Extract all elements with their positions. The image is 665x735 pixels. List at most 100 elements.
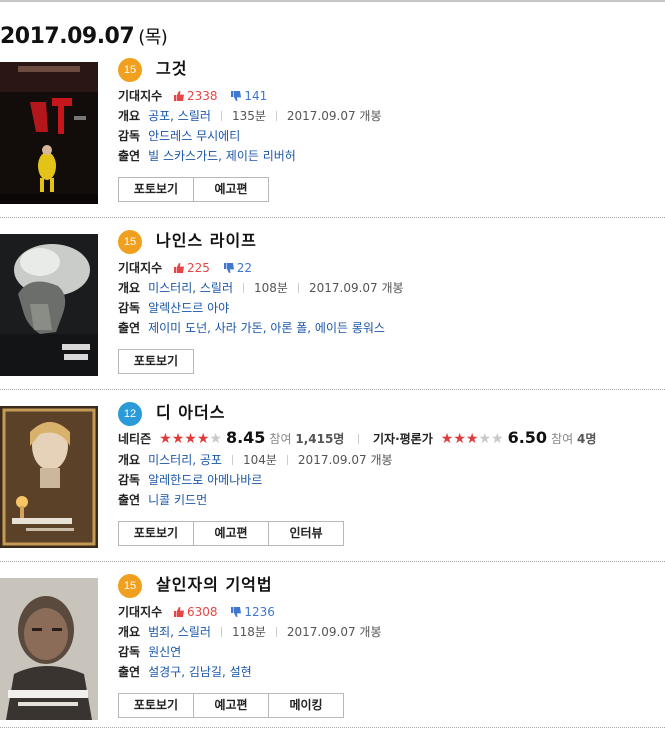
- cast-link[interactable]: 니콜 키드먼: [148, 493, 207, 507]
- genre-link[interactable]: 공포, 스릴러: [148, 109, 211, 123]
- cast-label: 출연: [118, 665, 141, 679]
- cast-link[interactable]: 제이미 도넌, 사라 가돈, 아론 폴, 에이든 롱워스: [148, 321, 385, 335]
- like-count[interactable]: 225: [174, 261, 210, 275]
- movie-title[interactable]: 나인스 라이프: [156, 230, 257, 252]
- age-rating-badge: 12: [118, 402, 142, 426]
- genre-link[interactable]: 미스터리, 스릴러: [148, 281, 233, 295]
- movie-poster[interactable]: [0, 62, 98, 204]
- action-buttons: 포토보기 예고편 메이킹: [118, 693, 344, 718]
- critic-stars: ★★★★★: [441, 431, 504, 447]
- genre-link[interactable]: 미스터리, 공포: [148, 453, 222, 467]
- photo-button[interactable]: 포토보기: [118, 693, 194, 718]
- expect-row: 기대지수 6308 1236: [118, 604, 275, 620]
- star-filled-icon: ★: [171, 431, 185, 447]
- trailer-button[interactable]: 예고편: [193, 177, 269, 202]
- movie-title[interactable]: 디 아더스: [156, 402, 225, 424]
- thumbs-up-icon: [174, 91, 184, 101]
- dislike-count[interactable]: 141: [231, 89, 267, 103]
- like-value: 225: [187, 261, 210, 275]
- divider: [286, 455, 288, 465]
- critic-count[interactable]: 참여 4명: [551, 432, 596, 446]
- genre-label: 개요: [118, 625, 141, 639]
- genre-label: 개요: [118, 281, 141, 295]
- photo-button[interactable]: 포토보기: [118, 349, 194, 374]
- director-label: 감독: [118, 473, 141, 487]
- divider: [275, 111, 277, 121]
- director-row: 감독 알레한드로 아메나바르: [118, 472, 262, 488]
- director-row: 감독 안드레스 무시에티: [118, 128, 240, 144]
- divider: [297, 283, 299, 293]
- thumbs-down-icon: [223, 263, 234, 273]
- action-buttons: 포토보기 예고편 인터뷰: [118, 521, 344, 546]
- runtime: 108분: [254, 281, 288, 295]
- like-count[interactable]: 2338: [174, 89, 218, 103]
- expect-row: 기대지수 2338 141: [118, 88, 267, 104]
- director-link[interactable]: 안드레스 무시에티: [148, 129, 240, 143]
- participants-prefix: 참여: [551, 432, 574, 446]
- star-filled-icon: ★: [159, 431, 172, 447]
- age-rating-badge: 15: [118, 230, 142, 254]
- expect-row: 기대지수 225 22: [118, 260, 252, 276]
- dislike-value: 22: [236, 261, 253, 275]
- cast-link[interactable]: 빌 스카스가드, 제이든 리버허: [148, 149, 296, 163]
- movie-poster[interactable]: [0, 234, 98, 376]
- genre-label: 개요: [118, 453, 141, 467]
- genre-link[interactable]: 범죄, 스릴러: [148, 625, 211, 639]
- director-link[interactable]: 알레한드로 아메나바르: [148, 473, 262, 487]
- expect-label: 기대지수: [118, 261, 163, 275]
- making-button[interactable]: 메이킹: [268, 693, 344, 718]
- dislike-count[interactable]: 1236: [231, 605, 275, 619]
- release-date: 2017.09.07 개봉: [297, 453, 393, 467]
- director-link[interactable]: 원신연: [148, 645, 181, 659]
- expect-label: 기대지수: [118, 605, 163, 619]
- critic-label: 기자·평론가: [373, 432, 433, 446]
- director-label: 감독: [118, 301, 141, 315]
- netizen-count[interactable]: 참여 1,415명: [269, 432, 344, 446]
- like-value: 2338: [187, 89, 218, 103]
- divider: [275, 627, 277, 637]
- dislike-count[interactable]: 22: [223, 261, 253, 275]
- director-link[interactable]: 알렉산드르 아야: [148, 301, 229, 315]
- genre-row: 개요 미스터리, 스릴러 108분 2017.09.07 개봉: [118, 280, 404, 296]
- divider: [220, 111, 222, 121]
- genre-row: 개요 미스터리, 공포 104분 2017.09.07 개봉: [118, 452, 393, 468]
- divider: [231, 455, 233, 465]
- movie-title[interactable]: 그것: [156, 58, 187, 80]
- cast-link[interactable]: 설경구, 김남길, 설현: [148, 665, 252, 679]
- director-label: 감독: [118, 129, 141, 143]
- expect-label: 기대지수: [118, 89, 163, 103]
- star-filled-icon: ★: [440, 431, 454, 447]
- like-count[interactable]: 6308: [174, 605, 218, 619]
- movie-poster[interactable]: [0, 578, 98, 720]
- day-of-week: (목): [138, 27, 168, 48]
- genre-label: 개요: [118, 109, 141, 123]
- thumbs-up-icon: [174, 263, 184, 273]
- interview-button[interactable]: 인터뷰: [268, 521, 344, 546]
- cast-label: 출연: [118, 493, 141, 507]
- item-divider: [0, 727, 665, 728]
- genre-row: 개요 공포, 스릴러 135분 2017.09.07 개봉: [118, 108, 382, 124]
- action-buttons: 포토보기 예고편: [118, 177, 269, 202]
- age-rating-badge: 15: [118, 574, 142, 598]
- dislike-value: 1236: [244, 605, 275, 619]
- trailer-button[interactable]: 예고편: [193, 693, 269, 718]
- netizen-label: 네티즌: [118, 432, 152, 446]
- director-row: 감독 알렉산드르 아야: [118, 300, 229, 316]
- star-empty-icon: ★: [209, 431, 222, 447]
- age-rating-badge: 15: [118, 58, 142, 82]
- star-empty-icon: ★: [491, 431, 504, 447]
- release-date: 2017.09.07 개봉: [286, 109, 382, 123]
- photo-button[interactable]: 포토보기: [118, 177, 194, 202]
- netizen-stars: ★★★★★: [159, 431, 222, 447]
- item-divider: [0, 389, 665, 390]
- movie-poster[interactable]: [0, 406, 98, 548]
- photo-button[interactable]: 포토보기: [118, 521, 194, 546]
- trailer-button[interactable]: 예고편: [193, 521, 269, 546]
- movie-title[interactable]: 살인자의 기억법: [156, 574, 273, 596]
- star-empty-icon: ★: [478, 431, 492, 447]
- runtime: 118분: [231, 625, 266, 639]
- star-filled-icon: ★: [453, 431, 466, 447]
- director-row: 감독 원신연: [118, 644, 181, 660]
- item-divider: [0, 561, 665, 562]
- director-label: 감독: [118, 645, 141, 659]
